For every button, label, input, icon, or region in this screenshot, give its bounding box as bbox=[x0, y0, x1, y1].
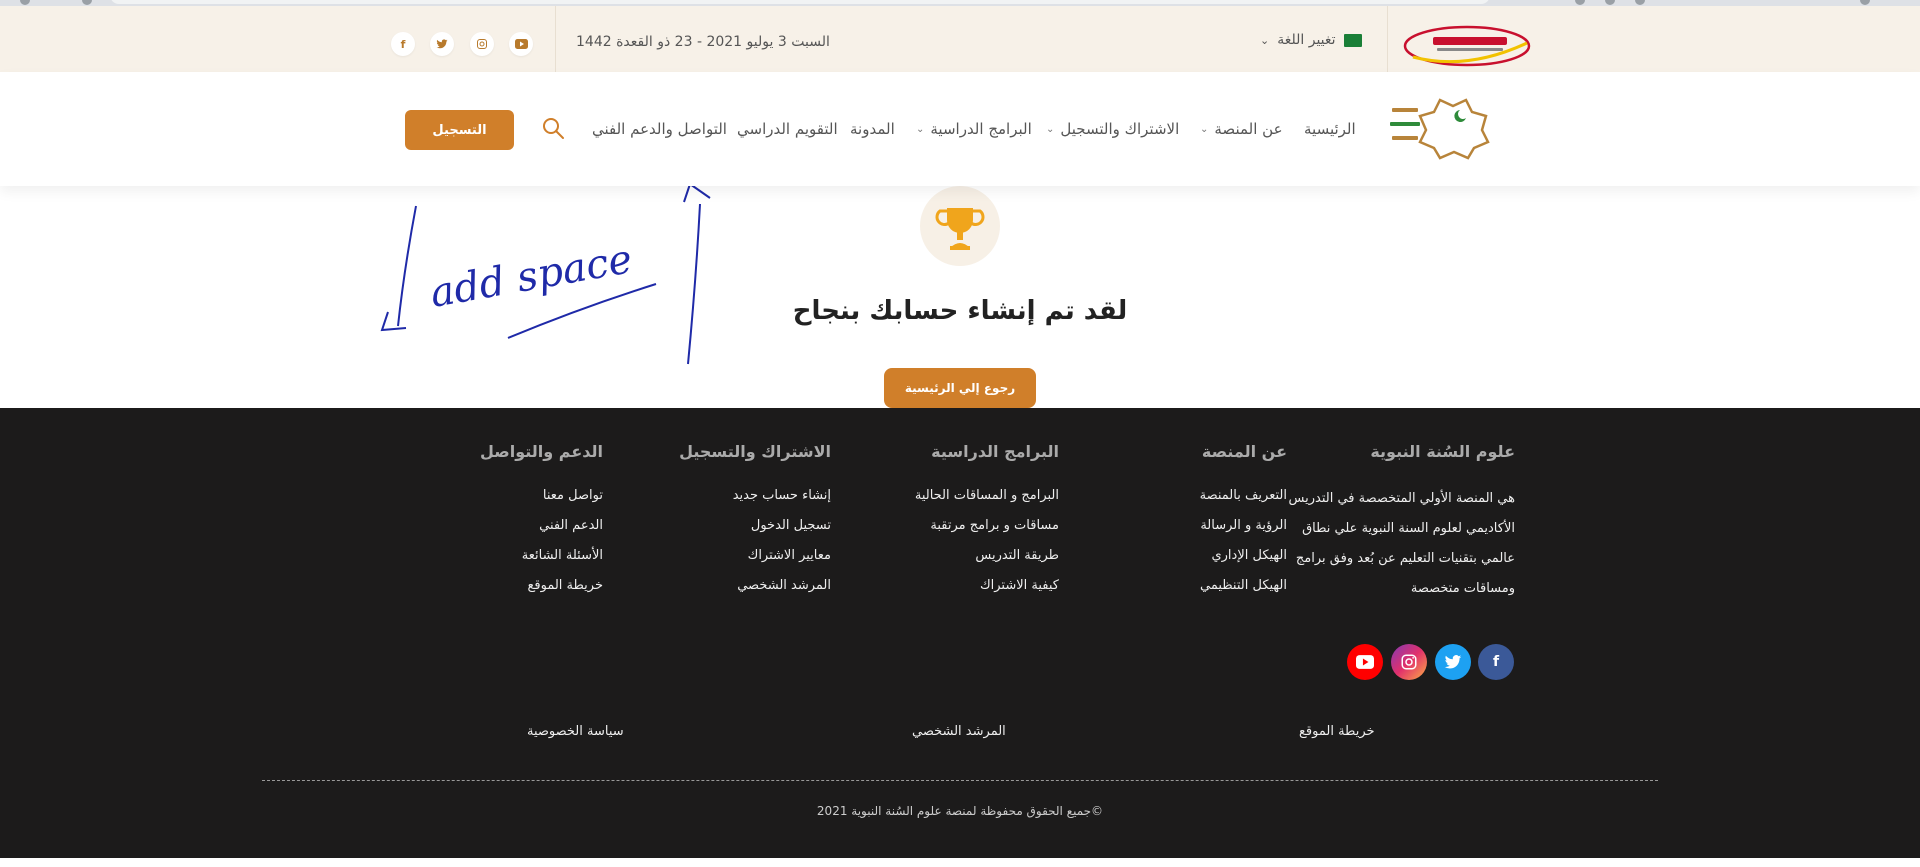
saudi-flag-icon bbox=[1343, 33, 1362, 47]
page-bottom-strip bbox=[0, 858, 1920, 867]
footer-mentor-link[interactable]: المرشد الشخصي bbox=[912, 724, 1006, 739]
footer-link[interactable]: خريطة الموقع bbox=[527, 578, 603, 593]
language-label: تغيير اللغة bbox=[1277, 32, 1336, 48]
youtube-icon[interactable] bbox=[1347, 644, 1383, 680]
topbar-divider bbox=[555, 6, 556, 72]
footer-link[interactable]: الأسئلة الشائعة bbox=[522, 548, 603, 563]
handwritten-annotation: add space bbox=[380, 182, 711, 365]
university-logo[interactable] bbox=[1403, 23, 1531, 69]
footer-link[interactable]: معايير الاشتراك bbox=[748, 548, 831, 563]
footer-privacy-link[interactable]: سياسة الخصوصية bbox=[527, 724, 624, 739]
nav-programs[interactable]: البرامج الدراسية ⌄ bbox=[916, 120, 1032, 138]
twitter-icon[interactable] bbox=[1435, 644, 1471, 680]
footer: علوم السُنة النبوية هي المنصة الأولي الم… bbox=[0, 408, 1920, 858]
facebook-icon[interactable]: f bbox=[1478, 644, 1514, 680]
footer-link[interactable]: كيفية الاشتراك bbox=[980, 578, 1059, 593]
instagram-icon[interactable] bbox=[470, 32, 494, 56]
nav-blog[interactable]: المدونة bbox=[850, 120, 895, 138]
copyright-text: ©جميع الحقوق محفوظة لمنصة علوم السُنة ال… bbox=[816, 804, 1104, 818]
footer-link[interactable]: تواصل معنا bbox=[543, 488, 603, 503]
footer-link[interactable]: طريقة التدريس bbox=[975, 548, 1059, 563]
annotation-text: add space bbox=[427, 236, 636, 317]
nav-label: المدونة bbox=[850, 120, 895, 138]
nav-label: البرامج الدراسية bbox=[930, 120, 1032, 138]
nav-calendar[interactable]: التقويم الدراسي bbox=[737, 120, 838, 138]
chevron-down-icon: ⌄ bbox=[1260, 33, 1270, 47]
browser-nav-icon[interactable] bbox=[20, 0, 30, 5]
twitter-icon[interactable] bbox=[430, 32, 454, 56]
register-button[interactable]: التسجيل bbox=[405, 110, 514, 150]
extension-icon[interactable] bbox=[1575, 0, 1585, 5]
footer-col-heading: الدعم والتواصل bbox=[479, 442, 603, 461]
extension-icon[interactable] bbox=[1605, 0, 1615, 5]
chevron-down-icon: ⌄ bbox=[1200, 123, 1209, 135]
language-switcher[interactable]: ⌄ تغيير اللغة bbox=[1260, 32, 1362, 48]
back-home-button[interactable]: رجوع إلي الرئيسية bbox=[884, 368, 1036, 408]
site-logo[interactable] bbox=[1390, 96, 1516, 162]
instagram-icon[interactable] bbox=[1391, 644, 1427, 680]
footer-link[interactable]: البرامج و المساقات الحالية bbox=[915, 488, 1059, 503]
footer-link[interactable]: التعريف بالمنصة bbox=[1200, 488, 1287, 503]
browser-reload-icon[interactable] bbox=[82, 0, 92, 5]
footer-link[interactable]: مساقات و برامج مرتقبة bbox=[930, 518, 1059, 533]
footer-link[interactable]: الهيكل التنظيمي bbox=[1200, 578, 1287, 593]
nav-label: الرئيسية bbox=[1304, 120, 1356, 138]
search-icon[interactable] bbox=[541, 116, 565, 140]
top-bar: f السبت 3 يوليو 2021 - 23 ذو القعدة 1442… bbox=[0, 6, 1920, 72]
success-message: لقد تم إنشاء حسابك بنجاح bbox=[792, 296, 1128, 326]
trophy-icon bbox=[920, 186, 1000, 266]
main-header: الرئيسية عن المنصة ⌄ الاشتراك والتسجيل ⌄… bbox=[0, 72, 1920, 186]
footer-link[interactable]: تسجيل الدخول bbox=[751, 518, 831, 533]
footer-link[interactable]: الهيكل الإداري bbox=[1211, 548, 1287, 563]
nav-label: التواصل والدعم الفني bbox=[592, 120, 727, 138]
nav-support[interactable]: التواصل والدعم الفني bbox=[592, 120, 727, 138]
footer-link[interactable]: الدعم الفني bbox=[539, 518, 603, 533]
footer-about-heading: علوم السُنة النبوية bbox=[1370, 442, 1515, 461]
nav-label: عن المنصة bbox=[1214, 120, 1283, 138]
nav-about[interactable]: عن المنصة ⌄ bbox=[1200, 120, 1283, 138]
nav-label: الاشتراك والتسجيل bbox=[1060, 120, 1180, 138]
footer-link[interactable]: الرؤية و الرسالة bbox=[1200, 518, 1287, 533]
nav-home[interactable]: الرئيسية bbox=[1304, 120, 1356, 138]
chevron-down-icon: ⌄ bbox=[916, 123, 925, 135]
footer-col-heading: عن المنصة bbox=[1201, 442, 1287, 461]
facebook-icon[interactable]: f bbox=[391, 32, 415, 56]
nav-label: التقويم الدراسي bbox=[737, 120, 838, 138]
extension-icon[interactable] bbox=[1635, 0, 1645, 5]
footer-link[interactable]: إنشاء حساب جديد bbox=[733, 488, 831, 503]
footer-about-text: هي المنصة الأولي المتخصصة في التدريس الأ… bbox=[1288, 491, 1515, 596]
footer-col-heading: البرامج الدراسية bbox=[931, 442, 1059, 461]
footer-divider bbox=[262, 780, 1658, 781]
youtube-icon[interactable] bbox=[509, 32, 533, 56]
current-date: السبت 3 يوليو 2021 - 23 ذو القعدة 1442 bbox=[576, 34, 830, 50]
footer-sitemap-link[interactable]: خريطة الموقع bbox=[1299, 724, 1375, 739]
footer-col-heading: الاشتراك والتسجيل bbox=[679, 442, 831, 461]
topbar-divider bbox=[1387, 6, 1388, 72]
profile-avatar[interactable] bbox=[1860, 0, 1870, 5]
footer-link[interactable]: المرشد الشخصي bbox=[737, 578, 831, 593]
nav-subscription[interactable]: الاشتراك والتسجيل ⌄ bbox=[1046, 120, 1179, 138]
chevron-down-icon: ⌄ bbox=[1046, 123, 1055, 135]
address-bar[interactable] bbox=[110, 0, 1490, 4]
